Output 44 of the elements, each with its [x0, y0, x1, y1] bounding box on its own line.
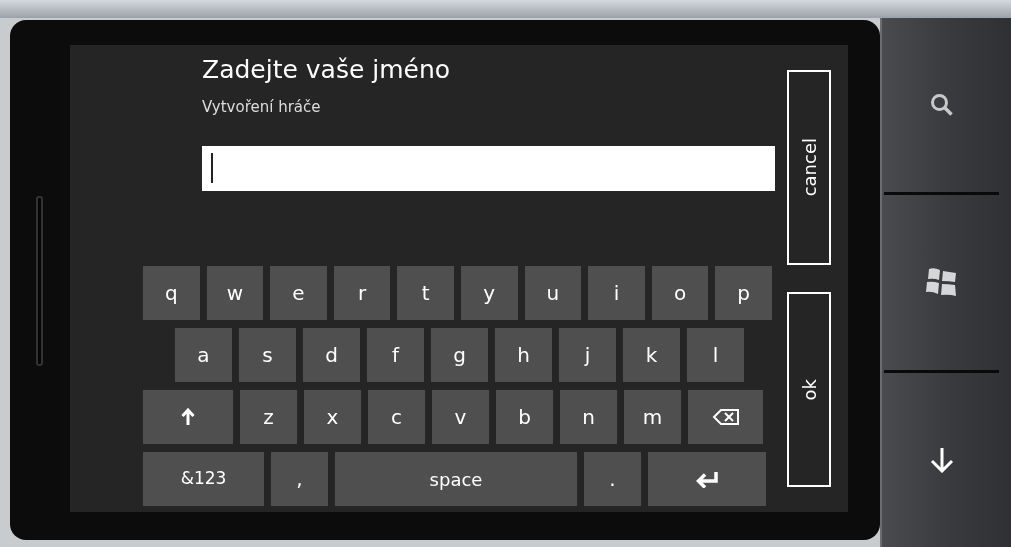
enter-icon: [695, 470, 719, 488]
key[interactable]: y: [460, 266, 518, 320]
key[interactable]: j: [559, 328, 616, 382]
space-key[interactable]: space: [335, 452, 577, 506]
key[interactable]: r: [333, 266, 391, 320]
key[interactable]: f: [367, 328, 424, 382]
key[interactable]: l: [687, 328, 744, 382]
down-arrow-icon[interactable]: [929, 446, 954, 473]
key[interactable]: x: [304, 390, 361, 444]
key[interactable]: u: [524, 266, 582, 320]
key[interactable]: .: [584, 452, 641, 506]
key[interactable]: v: [432, 390, 489, 444]
key[interactable]: i: [588, 266, 645, 320]
input-field[interactable]: [202, 146, 775, 191]
symbols-key[interactable]: &123: [143, 452, 264, 506]
ok-button[interactable]: ok: [787, 292, 831, 487]
key[interactable]: ,: [271, 452, 328, 506]
shift-key[interactable]: [143, 390, 233, 444]
key[interactable]: z: [240, 390, 297, 444]
key[interactable]: b: [496, 390, 553, 444]
key[interactable]: o: [651, 266, 709, 320]
enter-key[interactable]: [648, 452, 766, 506]
key[interactable]: q: [143, 266, 200, 320]
key[interactable]: c: [368, 390, 425, 444]
key[interactable]: a: [175, 328, 232, 382]
backspace-icon: [711, 408, 740, 426]
windows-logo-icon[interactable]: [924, 267, 959, 298]
backspace-key[interactable]: [688, 390, 763, 444]
key[interactable]: g: [431, 328, 488, 382]
key[interactable]: t: [397, 266, 454, 320]
key[interactable]: h: [495, 328, 552, 382]
dialog-subtitle: Vytvoření hráče: [202, 97, 322, 117]
cancel-button[interactable]: cancel: [787, 70, 831, 265]
key[interactable]: k: [623, 328, 680, 382]
dialog-title: Zadejte vaše jméno: [202, 54, 452, 86]
key[interactable]: n: [560, 390, 617, 444]
key[interactable]: w: [206, 266, 264, 320]
key[interactable]: s: [239, 328, 296, 382]
key[interactable]: p: [715, 266, 772, 320]
key[interactable]: e: [270, 266, 327, 320]
key[interactable]: m: [624, 390, 681, 444]
key[interactable]: d: [303, 328, 360, 382]
search-icon[interactable]: [929, 93, 954, 118]
shift-icon: [181, 408, 195, 426]
